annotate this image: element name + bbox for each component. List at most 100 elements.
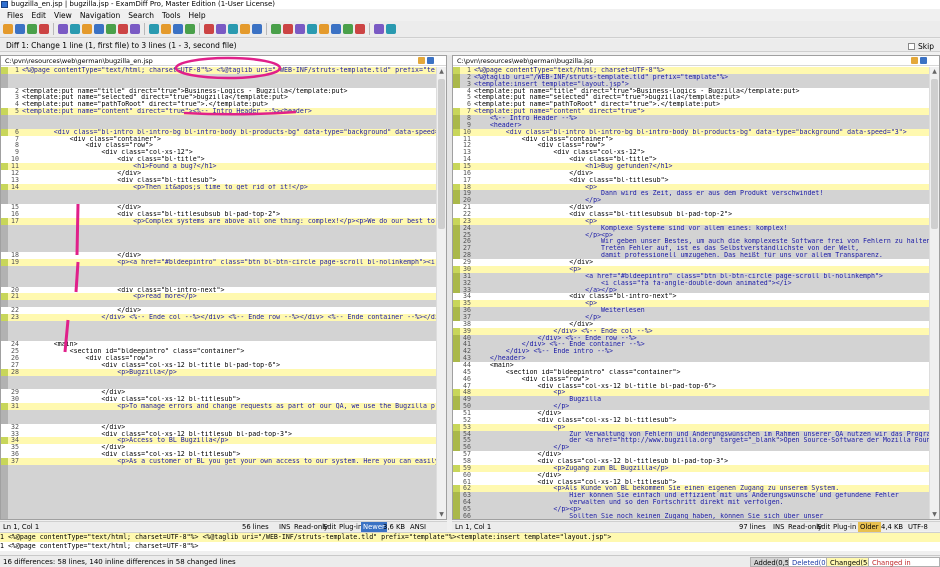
right-code-line[interactable]: 66 Sollten Sie noch keinen Zugang haben,… — [453, 512, 929, 519]
scroll-thumb[interactable] — [931, 79, 938, 229]
left-code-line[interactable] — [1, 245, 436, 253]
ignore-icon[interactable] — [240, 24, 250, 34]
left-code-line[interactable] — [1, 382, 436, 390]
checkbox-icon[interactable] — [908, 43, 916, 50]
left-code-line[interactable]: 10 <div class="bl-title"> — [1, 156, 436, 163]
left-code-line[interactable] — [1, 375, 436, 383]
right-code-line[interactable]: 12 <div class="row"> — [453, 142, 929, 149]
left-code-line[interactable]: 9 <div class="col-xs-12"> — [1, 149, 436, 156]
scroll-up-arrow-icon[interactable]: ▲ — [931, 68, 938, 75]
left-code-line[interactable]: 7 <div class="container"> — [1, 136, 436, 143]
right-code-line[interactable]: 32 <i class="fa fa-angle-double-down ani… — [453, 279, 929, 287]
right-code-line[interactable]: 6 <template:put name="pathToRoot" direct=… — [453, 101, 929, 108]
right-code-line[interactable]: 63 Hier können Sie einfach und effizient… — [453, 492, 929, 500]
help-icon[interactable] — [386, 24, 396, 34]
right-code-line[interactable]: 34 <div class="bl-intro-next"> — [453, 293, 929, 300]
left-code-line[interactable]: 11 <h1>Found a bug?</h1> — [1, 163, 436, 170]
right-code-line[interactable]: 47 <div class="col-xs-12 bl-title bl-pad… — [453, 383, 929, 390]
left-code-line[interactable]: 34 <p>Access to BL Bugzilla</p> — [1, 437, 436, 445]
left-code-line[interactable] — [1, 485, 436, 493]
left-code-line[interactable] — [1, 327, 436, 335]
left-code-line[interactable] — [1, 478, 436, 486]
save-as-icon[interactable] — [70, 24, 80, 34]
right-code-line[interactable]: 58 <div class="col-xs-12 bl-titlesub bl-… — [453, 458, 929, 465]
left-code-line[interactable]: 27 <div class="col-xs-12 bl-title bl-pad… — [1, 362, 436, 369]
right-code-line[interactable]: 65 </p><p> — [453, 506, 929, 513]
right-code-line[interactable]: 17 <div class="bl-titlesub"> — [453, 177, 929, 184]
show-diff-icon[interactable] — [228, 24, 238, 34]
right-code-view[interactable]: 1 <%@page contentType="text/html; charset… — [453, 67, 929, 519]
right-code-line[interactable]: 31 <a href="#bldeepintro" class="btn bl-… — [453, 272, 929, 280]
left-code-line[interactable]: 29 </div> — [1, 389, 436, 396]
copy-left-icon[interactable] — [319, 24, 329, 34]
save-icon[interactable] — [58, 24, 68, 34]
right-code-line[interactable]: 39 </div> <%-- Ende col --%> — [453, 327, 929, 335]
right-code-line[interactable]: 48 <p> — [453, 389, 929, 397]
file-options-icon[interactable] — [427, 57, 434, 64]
left-code-line[interactable] — [1, 334, 436, 342]
prev-diff-icon[interactable] — [283, 24, 293, 34]
scroll-down-arrow-icon[interactable]: ▼ — [438, 511, 445, 518]
right-code-line[interactable]: 15 <h1>Bug gefunden?</h1> — [453, 163, 929, 170]
left-code-line[interactable]: 3 <template:put name="selected" direct="t… — [1, 94, 436, 101]
right-code-line[interactable]: 10 <div class="bl-intro bl-intro-bg bl-i… — [453, 128, 929, 136]
left-code-line[interactable]: 1 <%@page contentType="text/html; charset… — [1, 67, 436, 74]
show-all-icon[interactable] — [216, 24, 226, 34]
print-icon[interactable] — [82, 24, 92, 34]
right-code-line[interactable]: 53 <p> — [453, 423, 929, 431]
refresh-icon[interactable] — [27, 24, 37, 34]
left-code-line[interactable] — [1, 272, 436, 280]
options-icon[interactable] — [185, 24, 195, 34]
right-code-line[interactable]: 33 </a></p> — [453, 286, 929, 294]
left-code-line[interactable] — [1, 512, 436, 519]
right-code-line[interactable]: 44 <main> — [453, 362, 929, 369]
left-code-line[interactable]: 2 <template:put name="title" direct="true… — [1, 88, 436, 95]
left-code-line[interactable]: 23 </div> <%-- Ende col --%></div> <%-- … — [1, 313, 436, 321]
right-code-line[interactable]: 16 </div> — [453, 170, 929, 177]
right-code-line[interactable]: 30 <p> — [453, 265, 929, 273]
right-code-line[interactable]: 13 <div class="col-xs-12"> — [453, 149, 929, 156]
right-scrollbar[interactable]: ▲ ▼ — [929, 67, 939, 519]
right-code-line[interactable]: 57 </div> — [453, 451, 929, 458]
left-code-line[interactable]: 30 <div class="col-xs-12 bl-titlesub"> — [1, 396, 436, 403]
right-code-line[interactable]: 54 Zur Verwaltung von Fehlern und Änderu… — [453, 430, 929, 438]
right-code-line[interactable]: 64 verwalten und so den Fortschritt dire… — [453, 499, 929, 506]
left-code-line[interactable] — [1, 190, 436, 198]
bookmark-icon[interactable] — [173, 24, 183, 34]
right-code-line[interactable]: 8 <%-- Intro Header --%> — [453, 115, 929, 122]
right-code-line[interactable]: 37 </p> — [453, 313, 929, 321]
right-code-line[interactable]: 7 <template:put name="content" direct="tr… — [453, 108, 929, 116]
left-code-view[interactable]: 1 <%@page contentType="text/html; charset… — [1, 67, 436, 519]
find-icon[interactable] — [149, 24, 159, 34]
left-code-line[interactable] — [1, 471, 436, 479]
left-code-line[interactable]: 14 <p>Then it&apos;s time to get rid of … — [1, 183, 436, 191]
left-code-line[interactable] — [1, 121, 436, 129]
find-next-icon[interactable] — [161, 24, 171, 34]
left-code-line[interactable]: 8 <div class="row"> — [1, 142, 436, 149]
left-code-line[interactable]: 16 <div class="bl-titlesubsub bl-pad-top… — [1, 211, 436, 218]
left-code-line[interactable]: 36 <div class="col-xs-12 bl-titlesub"> — [1, 451, 436, 458]
left-code-line[interactable]: 37 <p>As a customer of BL you get your o… — [1, 457, 436, 465]
left-code-line[interactable]: 26 <div class="row"> — [1, 355, 436, 362]
right-code-line[interactable]: 11 <div class="container"> — [453, 136, 929, 143]
merge-icon[interactable] — [343, 24, 353, 34]
scroll-up-arrow-icon[interactable]: ▲ — [438, 68, 445, 75]
left-code-line[interactable] — [1, 238, 436, 246]
right-code-line[interactable]: 28 damit professionell umzugehen. Das he… — [453, 252, 929, 260]
left-code-line[interactable]: 4 <template:put name="pathToRoot" direct=… — [1, 101, 436, 108]
copy-right-icon[interactable] — [331, 24, 341, 34]
left-code-line[interactable]: 31 <p>To manage errors and change reques… — [1, 403, 436, 410]
left-code-line[interactable] — [1, 499, 436, 506]
right-code-line[interactable]: 2 <%@taglib uri="/WEB-INF/struts-template… — [453, 73, 929, 81]
left-code-line[interactable]: 21 <p>read more</p> — [1, 293, 436, 301]
right-code-line[interactable]: 46 <div class="row"> — [453, 376, 929, 383]
left-code-line[interactable]: 20 <div class="bl-intro-next"> — [1, 287, 436, 294]
right-code-line[interactable]: 56 </p> — [453, 444, 929, 452]
split-view-icon[interactable] — [204, 24, 214, 34]
left-code-line[interactable] — [1, 416, 436, 424]
right-code-line[interactable]: 52 <div class="col-xs-12 bl-titlesub"> — [453, 417, 929, 424]
left-code-line[interactable] — [1, 279, 436, 287]
right-code-line[interactable]: 5 <template:put name="selected" direct="t… — [453, 94, 929, 101]
sync-icon[interactable] — [355, 24, 365, 34]
left-code-line[interactable] — [1, 73, 436, 81]
